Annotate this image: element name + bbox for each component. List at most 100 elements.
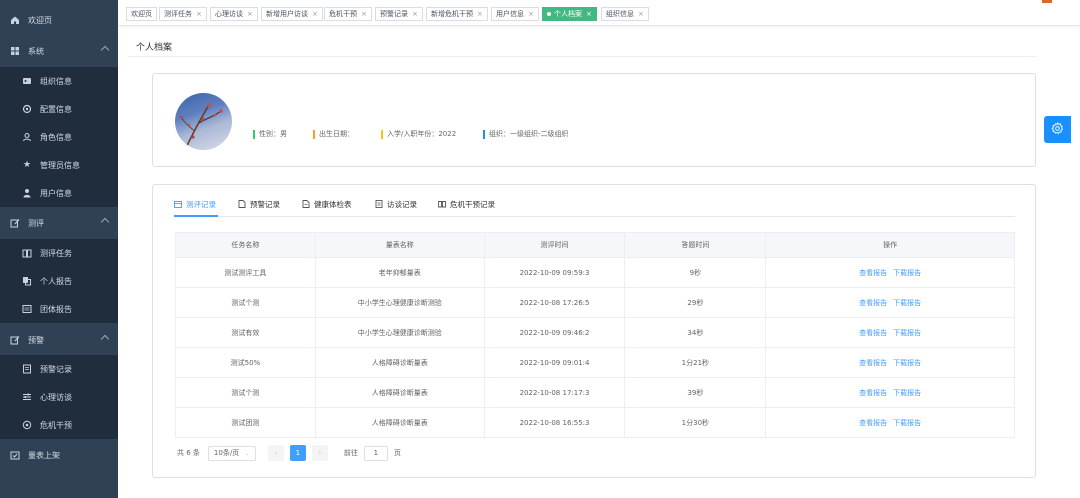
cell-assessment-time: 2022-10-08 16:55:3 bbox=[483, 407, 626, 438]
tag-personal-profile[interactable]: 个人档案 × bbox=[542, 7, 597, 21]
close-icon[interactable]: × bbox=[312, 8, 318, 20]
chevron-up-icon bbox=[100, 45, 110, 55]
sidebar-item-user-info[interactable]: 用户信息 bbox=[0, 179, 118, 207]
book-icon bbox=[438, 200, 446, 210]
sidebar-group-assessment[interactable]: 测评 bbox=[0, 209, 118, 237]
cell-assessment-time: 2022-10-08 17:17:3 bbox=[483, 377, 626, 408]
person-icon bbox=[22, 188, 32, 198]
page-number-current[interactable]: 1 bbox=[289, 445, 306, 461]
sidebar-group-warning[interactable]: 预警 bbox=[0, 326, 118, 354]
page-size-select[interactable]: 10条/页 ⌄ bbox=[207, 445, 256, 461]
record-tabs: 测评记录 预警记录 健康体检表 访谈记录 危机干预记录 bbox=[174, 199, 1015, 217]
sidebar-item-org-info[interactable]: 组织信息 bbox=[0, 67, 118, 95]
cell-task-name: 测试50% bbox=[175, 347, 316, 378]
tab-warning-records[interactable]: 预警记录 bbox=[238, 199, 280, 210]
tag-label: 组织信息 bbox=[606, 10, 634, 18]
tag-crisis-intervention[interactable]: 危机干预 × bbox=[324, 7, 372, 21]
tab-assessment-records[interactable]: 测评记录 bbox=[174, 199, 216, 210]
tab-health-check[interactable]: 健康体检表 bbox=[302, 199, 352, 210]
view-report-link[interactable]: 查看报告 bbox=[859, 269, 887, 277]
tab-interview-records[interactable]: 访谈记录 bbox=[375, 199, 417, 210]
tab-label: 测评记录 bbox=[186, 200, 216, 209]
prev-page-button[interactable]: ‹ bbox=[267, 445, 284, 461]
gender-text: 性别：男 bbox=[259, 130, 287, 138]
sidebar-item-label: 系统 bbox=[28, 46, 44, 56]
settings-float-button[interactable] bbox=[1044, 116, 1071, 143]
next-page-button[interactable]: › bbox=[311, 445, 328, 461]
close-icon[interactable]: × bbox=[586, 8, 592, 20]
tab-crisis-records[interactable]: 危机干预记录 bbox=[438, 199, 495, 210]
view-report-link[interactable]: 查看报告 bbox=[859, 299, 887, 307]
download-report-link[interactable]: 下载报告 bbox=[893, 269, 921, 277]
download-report-link[interactable]: 下载报告 bbox=[893, 299, 921, 307]
cell-answer-time: 29秒 bbox=[624, 287, 767, 318]
table-row: 测试团测 人格障碍诊断量表 2022-10-08 16:55:3 1分30秒 查… bbox=[175, 407, 1015, 438]
page-unit-label: 页 bbox=[393, 449, 401, 457]
close-icon[interactable]: × bbox=[412, 8, 418, 20]
cell-answer-time: 34秒 bbox=[624, 317, 767, 348]
settings-icon bbox=[22, 104, 32, 114]
sidebar: 欢迎页 系统 组织信息 配置信息 角色信息 ★ 管理员信息 用户信息 测评 测评… bbox=[0, 0, 118, 498]
cell-assessment-time: 2022-10-09 09:01:4 bbox=[483, 347, 626, 378]
sidebar-group-system[interactable]: 系统 bbox=[0, 37, 118, 65]
sidebar-item-admin-info[interactable]: ★ 管理员信息 bbox=[0, 151, 118, 179]
sidebar-item-personal-report[interactable]: 个人报告 bbox=[0, 267, 118, 295]
close-icon[interactable]: × bbox=[528, 8, 534, 20]
view-report-link[interactable]: 查看报告 bbox=[859, 359, 887, 367]
sidebar-item-label: 预警 bbox=[28, 335, 44, 345]
tag-org-info[interactable]: 组织信息 × bbox=[601, 7, 649, 21]
cell-task-name: 测试测评工具 bbox=[175, 257, 316, 288]
gear-icon bbox=[1051, 121, 1064, 137]
sidebar-item-role-info[interactable]: 角色信息 bbox=[0, 123, 118, 151]
tag-assessment-task[interactable]: 测评任务 × bbox=[159, 7, 207, 21]
close-icon[interactable]: × bbox=[247, 8, 253, 20]
tag-new-user-interview[interactable]: 新增用户访谈 × bbox=[261, 7, 323, 21]
table-row: 测试个测 中小学生心理健康诊断测验 2022-10-08 17:26:5 29秒… bbox=[175, 287, 1015, 318]
tab-label: 危机干预记录 bbox=[450, 200, 495, 209]
org-info: 组织：一级组织-二级组织 bbox=[483, 129, 569, 139]
close-icon[interactable]: × bbox=[196, 8, 202, 20]
download-report-link[interactable]: 下载报告 bbox=[893, 389, 921, 397]
close-icon[interactable]: × bbox=[638, 8, 644, 20]
sidebar-item-crisis-intervention[interactable]: 危机干预 bbox=[0, 411, 118, 439]
birth-text: 出生日期： bbox=[319, 130, 354, 138]
document-icon bbox=[22, 364, 32, 374]
sidebar-item-welcome[interactable]: 欢迎页 bbox=[0, 6, 118, 34]
sidebar-item-scale-publish[interactable]: 量表上架 bbox=[0, 441, 118, 469]
download-report-link[interactable]: 下载报告 bbox=[893, 419, 921, 427]
sidebar-item-warning-records[interactable]: 预警记录 bbox=[0, 355, 118, 383]
cell-scale-name: 人格障碍诊断量表 bbox=[314, 377, 485, 408]
sidebar-item-group-report[interactable]: 团体报告 bbox=[0, 295, 118, 323]
download-report-link[interactable]: 下载报告 bbox=[893, 359, 921, 367]
sidebar-item-config-info[interactable]: 配置信息 bbox=[0, 95, 118, 123]
download-report-link[interactable]: 下载报告 bbox=[893, 329, 921, 337]
view-report-link[interactable]: 查看报告 bbox=[859, 389, 887, 397]
close-icon[interactable]: × bbox=[361, 8, 367, 20]
tag-psych-interview[interactable]: 心理访谈 × bbox=[210, 7, 258, 21]
close-icon[interactable]: × bbox=[477, 8, 483, 20]
cell-answer-time: 1分30秒 bbox=[624, 407, 767, 438]
records-card: 测评记录 预警记录 健康体检表 访谈记录 危机干预记录 任务名称 量表名称 测评… bbox=[152, 184, 1036, 478]
sidebar-item-label: 心理访谈 bbox=[40, 392, 72, 402]
table-row: 测试个测 人格障碍诊断量表 2022-10-08 17:17:3 39秒 查看报… bbox=[175, 377, 1015, 408]
upload-icon bbox=[10, 450, 20, 460]
target-icon bbox=[22, 420, 32, 430]
avatar bbox=[175, 93, 232, 150]
user-avatar-edge[interactable] bbox=[1042, 0, 1052, 3]
tag-welcome[interactable]: 欢迎页 bbox=[126, 7, 157, 21]
cell-task-name: 测试有效 bbox=[175, 317, 316, 348]
goto-page-input[interactable]: 1 bbox=[363, 445, 388, 461]
tag-label: 测评任务 bbox=[164, 10, 192, 18]
grid-icon bbox=[10, 46, 20, 56]
tag-new-crisis-intervention[interactable]: 新增危机干预 × bbox=[426, 7, 488, 21]
tag-user-info[interactable]: 用户信息 × bbox=[491, 7, 539, 21]
tab-label: 健康体检表 bbox=[314, 200, 352, 209]
sidebar-item-assessment-task[interactable]: 测评任务 bbox=[0, 239, 118, 267]
page-title: 个人档案 bbox=[136, 43, 173, 53]
sidebar-item-label: 配置信息 bbox=[40, 104, 72, 114]
view-report-link[interactable]: 查看报告 bbox=[859, 329, 887, 337]
tag-warning-records[interactable]: 预警记录 × bbox=[375, 7, 423, 21]
cell-answer-time: 1分21秒 bbox=[624, 347, 767, 378]
sidebar-item-psych-interview[interactable]: 心理访谈 bbox=[0, 383, 118, 411]
view-report-link[interactable]: 查看报告 bbox=[859, 419, 887, 427]
